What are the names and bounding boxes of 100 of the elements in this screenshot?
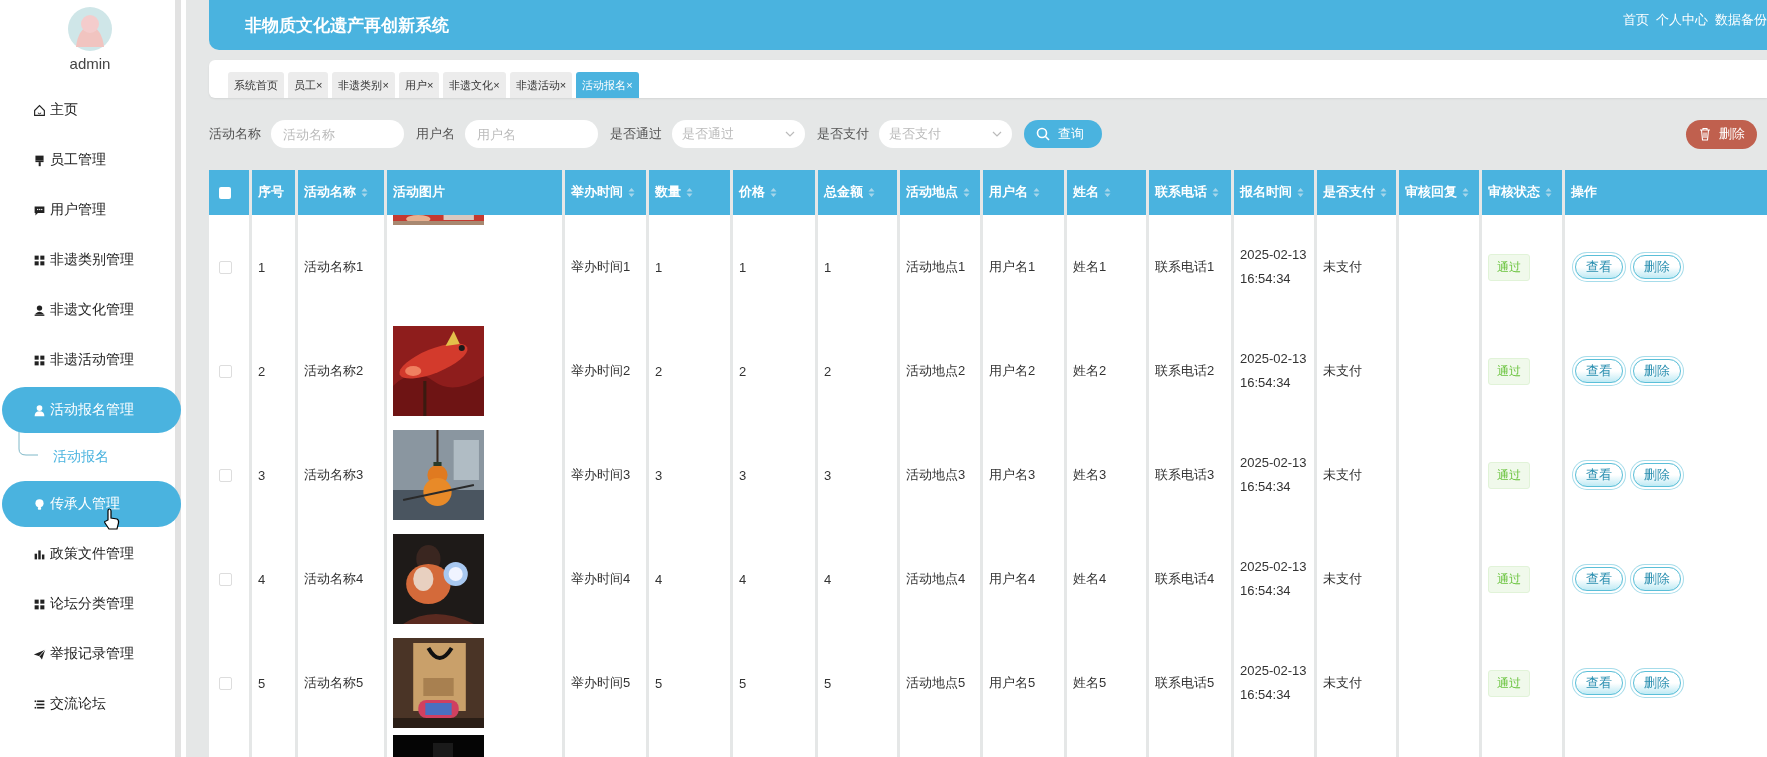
table-cell: 活动名称4 (298, 527, 384, 631)
grid-icon (33, 253, 46, 267)
column-header[interactable]: 序号 (252, 170, 295, 215)
sort-icon[interactable] (1380, 187, 1387, 198)
column-header[interactable]: 联系电话 (1149, 170, 1231, 215)
column-header[interactable]: 活动名称 (298, 170, 384, 215)
action-button[interactable]: 删除 (1633, 255, 1681, 279)
select-field[interactable]: 是否支付 (879, 120, 1012, 148)
action-button[interactable]: 查看 (1575, 463, 1623, 487)
filter-label: 是否支付 (817, 125, 869, 143)
input-field[interactable]: 活动名称 (271, 120, 404, 148)
tab[interactable]: 非遗文化× (443, 72, 506, 98)
action-button[interactable]: 查看 (1575, 255, 1623, 279)
table-cell: 2025-02-13 16:54:34 (1234, 423, 1314, 527)
delete-button[interactable]: 删除 (1686, 119, 1757, 149)
action-button[interactable]: 查看 (1575, 359, 1623, 383)
table-cell: 活动地点5 (900, 631, 980, 735)
table-cell: 2 (252, 319, 295, 423)
checkbox[interactable] (219, 364, 232, 378)
sort-icon[interactable] (1104, 187, 1111, 198)
sort-icon[interactable] (1033, 187, 1040, 198)
checkbox[interactable] (219, 260, 232, 274)
tab[interactable]: 非遗活动× (509, 72, 573, 98)
action-button[interactable]: 删除 (1633, 567, 1681, 591)
column-header[interactable]: 总金额 (818, 170, 897, 215)
table-cell: 2 (818, 319, 897, 423)
filter-label: 用户名 (416, 125, 455, 143)
search-icon (1036, 127, 1050, 141)
table-cell: 联系电话2 (1149, 319, 1231, 423)
column-header[interactable]: 价格 (733, 170, 815, 215)
search-button[interactable]: 查询 (1024, 120, 1102, 148)
sort-icon[interactable] (770, 187, 777, 198)
column-header[interactable]: 审核回复 (1399, 170, 1479, 215)
menu-item[interactable]: 用户管理 (2, 187, 181, 233)
tab[interactable]: 非遗类别× (332, 72, 395, 98)
checkbox[interactable] (219, 676, 232, 690)
column-header[interactable]: 报名时间 (1234, 170, 1314, 215)
table-cell: 4 (649, 527, 730, 631)
action-button[interactable]: 查看 (1575, 567, 1623, 591)
sort-icon[interactable] (628, 187, 635, 198)
column-header[interactable]: 活动地点 (900, 170, 980, 215)
action-button[interactable]: 删除 (1633, 463, 1681, 487)
menu-item[interactable]: 举报记录管理 (2, 631, 181, 677)
action-button[interactable]: 删除 (1633, 671, 1681, 695)
table-cell: 未支付 (1317, 631, 1396, 735)
action-button[interactable]: 查看 (1575, 671, 1623, 695)
table-cell: 活动地点4 (900, 527, 980, 631)
column-header[interactable]: 举办时间 (565, 170, 646, 215)
menu-item[interactable]: 传承人管理 (2, 481, 181, 527)
table-cell: 4 (252, 527, 295, 631)
tab[interactable]: 用户× (398, 72, 440, 98)
sort-icon[interactable] (963, 187, 970, 198)
column-header[interactable]: 操作 (1565, 170, 1767, 215)
menu-item[interactable]: 非遗文化管理 (2, 287, 181, 333)
user-name: admin (68, 54, 112, 74)
sort-icon[interactable] (686, 187, 693, 198)
table-cell: 用户名5 (983, 631, 1064, 735)
menu-item[interactable]: 非遗活动管理 (2, 337, 181, 383)
table-cell: 未支付 (1317, 215, 1396, 319)
table-cell: 2 (733, 319, 815, 423)
list-icon (33, 697, 46, 711)
column-header[interactable]: 姓名 (1067, 170, 1146, 215)
header-link[interactable]: 首页 (1623, 11, 1649, 29)
table-cell: 举办时间1 (565, 215, 646, 319)
column-header[interactable]: 审核状态 (1482, 170, 1562, 215)
checkbox[interactable] (219, 186, 231, 199)
column-header[interactable]: 用户名 (983, 170, 1064, 215)
sort-icon[interactable] (361, 187, 368, 198)
header-link[interactable]: 个人中心 (1656, 11, 1708, 29)
menu-item[interactable]: 主页 (2, 87, 181, 133)
menu-item[interactable]: 论坛分类管理 (2, 581, 181, 627)
menu-item[interactable]: 交流论坛 (2, 681, 181, 727)
checkbox[interactable] (219, 572, 232, 586)
table-cell: 姓名1 (1067, 215, 1146, 319)
table-cell: 5 (649, 631, 730, 735)
table-cell: 活动地点2 (900, 319, 980, 423)
sort-icon[interactable] (1462, 187, 1469, 198)
column-header[interactable]: 活动图片 (387, 170, 562, 215)
select-field[interactable]: 是否通过 (672, 120, 805, 148)
sort-icon[interactable] (1212, 187, 1219, 198)
table-cell: 2025-02-13 16:54:34 (1234, 215, 1314, 319)
menu-item[interactable]: 员工管理 (2, 137, 181, 183)
menu-item[interactable]: 活动报名管理 (2, 387, 181, 433)
menu-item[interactable]: 非遗类别管理 (2, 237, 181, 283)
checkbox[interactable] (219, 468, 232, 482)
sort-icon[interactable] (1545, 187, 1552, 198)
tab[interactable]: 员工× (288, 72, 329, 98)
action-button[interactable]: 删除 (1633, 359, 1681, 383)
column-header[interactable]: 数量 (649, 170, 730, 215)
header-link[interactable]: 数据备份 (1715, 11, 1767, 29)
menu-item[interactable]: 政策文件管理 (2, 531, 181, 577)
sort-icon[interactable] (1297, 187, 1304, 198)
column-header[interactable]: 是否支付 (1317, 170, 1396, 215)
input-field[interactable]: 用户名 (465, 120, 598, 148)
bulb-icon (33, 497, 46, 511)
table-cell: 活动地点1 (900, 215, 980, 319)
tab[interactable]: 系统首页 (228, 72, 284, 98)
tab[interactable]: 活动报名× (576, 72, 639, 98)
submenu-item[interactable]: 活动报名 (53, 448, 109, 466)
sort-icon[interactable] (868, 187, 875, 198)
